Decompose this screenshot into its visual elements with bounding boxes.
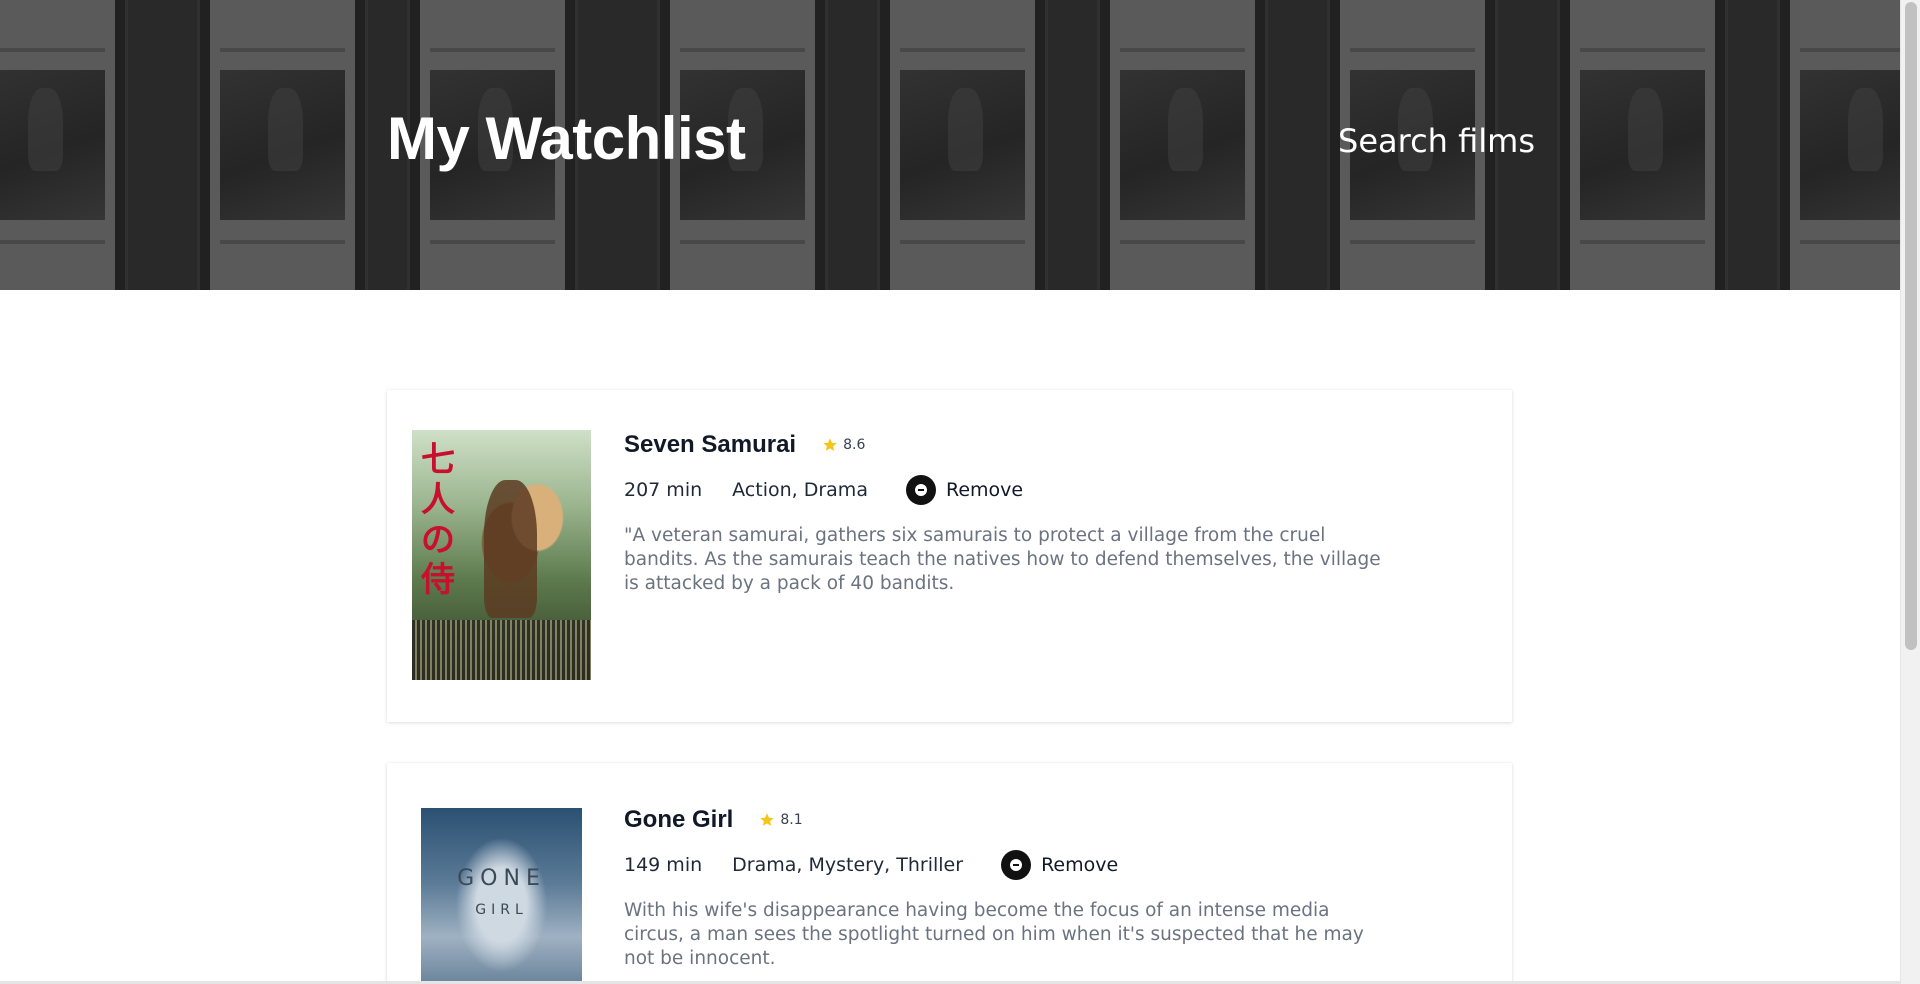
remove-button[interactable]: Remove bbox=[1001, 850, 1118, 880]
film-title: Seven Samurai bbox=[624, 431, 797, 458]
film-poster[interactable]: 七人の侍 bbox=[412, 430, 591, 680]
film-description: "A veteran samurai, gathers six samurais… bbox=[624, 525, 1381, 594]
header-overlay bbox=[0, 0, 1900, 290]
film-info: Gone Girl 8.1 149 min Drama, Mystery, Th… bbox=[624, 803, 1424, 971]
film-runtime: 207 min bbox=[624, 479, 703, 501]
film-rating: 8.1 bbox=[759, 812, 803, 828]
film-rating: 8.6 bbox=[822, 437, 865, 453]
scrollbar-thumb[interactable] bbox=[1905, 2, 1917, 650]
vertical-scrollbar[interactable] bbox=[1900, 0, 1920, 984]
film-poster[interactable]: GONE GIRL bbox=[421, 808, 582, 984]
poster-title-text: 七人の侍 bbox=[421, 440, 455, 600]
poster-subtitle-text: GIRL bbox=[475, 902, 528, 918]
remove-label[interactable]: Remove bbox=[1041, 854, 1118, 876]
film-card: 七人の侍 Seven Samurai 8.6 207 min Action, D… bbox=[387, 390, 1512, 722]
rating-value: 8.6 bbox=[843, 437, 866, 453]
film-card: GONE GIRL Gone Girl 8.1 149 min Drama, M… bbox=[387, 763, 1512, 984]
minus-circle-icon[interactable] bbox=[905, 475, 936, 505]
film-description: With his wife's disappearance having bec… bbox=[624, 900, 1364, 969]
page-title: My Watchlist bbox=[387, 105, 746, 172]
minus-circle-icon[interactable] bbox=[1001, 850, 1032, 880]
poster-title-text: GONE bbox=[457, 866, 546, 891]
search-films-link[interactable]: Search films bbox=[1338, 122, 1535, 160]
rating-value: 8.1 bbox=[780, 812, 803, 828]
film-runtime: 149 min bbox=[624, 854, 703, 876]
star-icon bbox=[823, 438, 837, 451]
header-banner: My Watchlist Search films bbox=[0, 0, 1900, 290]
film-genres: Drama, Mystery, Thriller bbox=[732, 854, 964, 876]
film-genres: Action, Drama bbox=[732, 479, 868, 501]
star-icon bbox=[760, 813, 775, 826]
remove-button[interactable]: Remove bbox=[905, 475, 1023, 505]
film-title: Gone Girl bbox=[624, 806, 734, 833]
remove-label[interactable]: Remove bbox=[946, 479, 1023, 501]
film-info: Seven Samurai 8.6 207 min Action, Drama … bbox=[624, 428, 1424, 596]
